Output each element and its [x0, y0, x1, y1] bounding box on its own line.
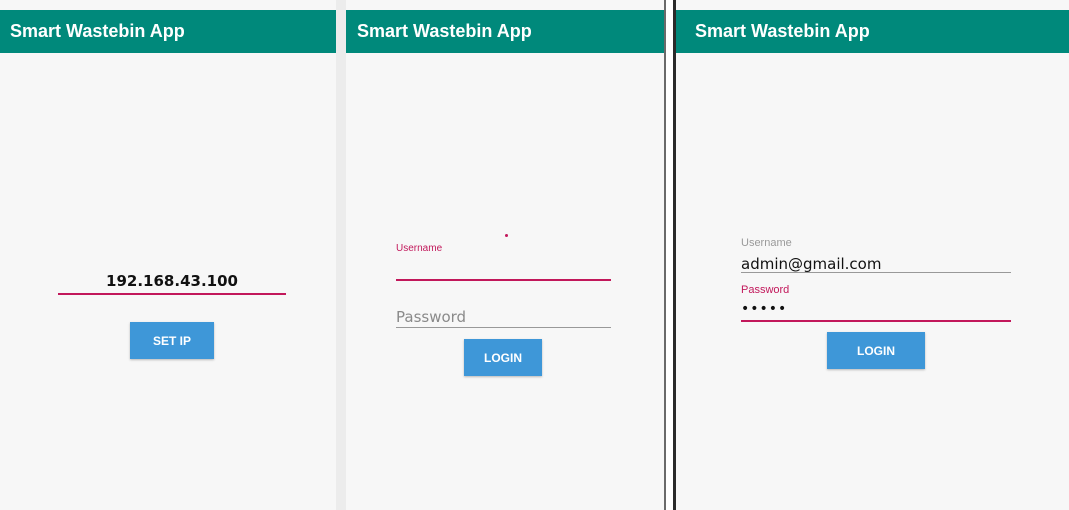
set-ip-button[interactable]: SET IP [130, 322, 214, 359]
username-input[interactable]: admin@gmail.com [741, 255, 881, 273]
username-input-underline [396, 279, 611, 281]
screen-divider [336, 0, 346, 510]
app-title: Smart Wastebin App [357, 21, 532, 41]
app-bar: Smart Wastebin App [0, 10, 336, 53]
username-input-underline [741, 272, 1011, 273]
ip-input[interactable]: 192.168.43.100 [58, 272, 286, 290]
password-label: Password [741, 284, 790, 296]
username-label: Username [741, 237, 792, 249]
app-bar: Smart Wastebin App [346, 10, 664, 53]
ip-input-underline [58, 293, 286, 295]
app-title: Smart Wastebin App [10, 21, 185, 41]
screen-divider [664, 0, 676, 510]
cursor-dot [505, 234, 508, 237]
password-input[interactable]: Password [396, 308, 466, 326]
username-label: Username [396, 243, 443, 254]
screen-set-ip: Smart Wastebin App 192.168.43.100 SET IP [0, 0, 336, 510]
password-input[interactable]: ••••• [741, 301, 787, 317]
login-button[interactable]: LOGIN [827, 332, 925, 369]
divider-line [664, 0, 666, 510]
app-bar: Smart Wastebin App [676, 10, 1069, 53]
app-title: Smart Wastebin App [695, 21, 870, 41]
screen-login-empty: Smart Wastebin App Username Password LOG… [346, 0, 664, 510]
screen-login-filled: Smart Wastebin App Username admin@gmail.… [676, 0, 1069, 510]
login-button[interactable]: LOGIN [464, 339, 542, 376]
username-input[interactable] [396, 258, 611, 278]
password-input-underline [396, 327, 611, 328]
password-input-underline [741, 320, 1011, 322]
